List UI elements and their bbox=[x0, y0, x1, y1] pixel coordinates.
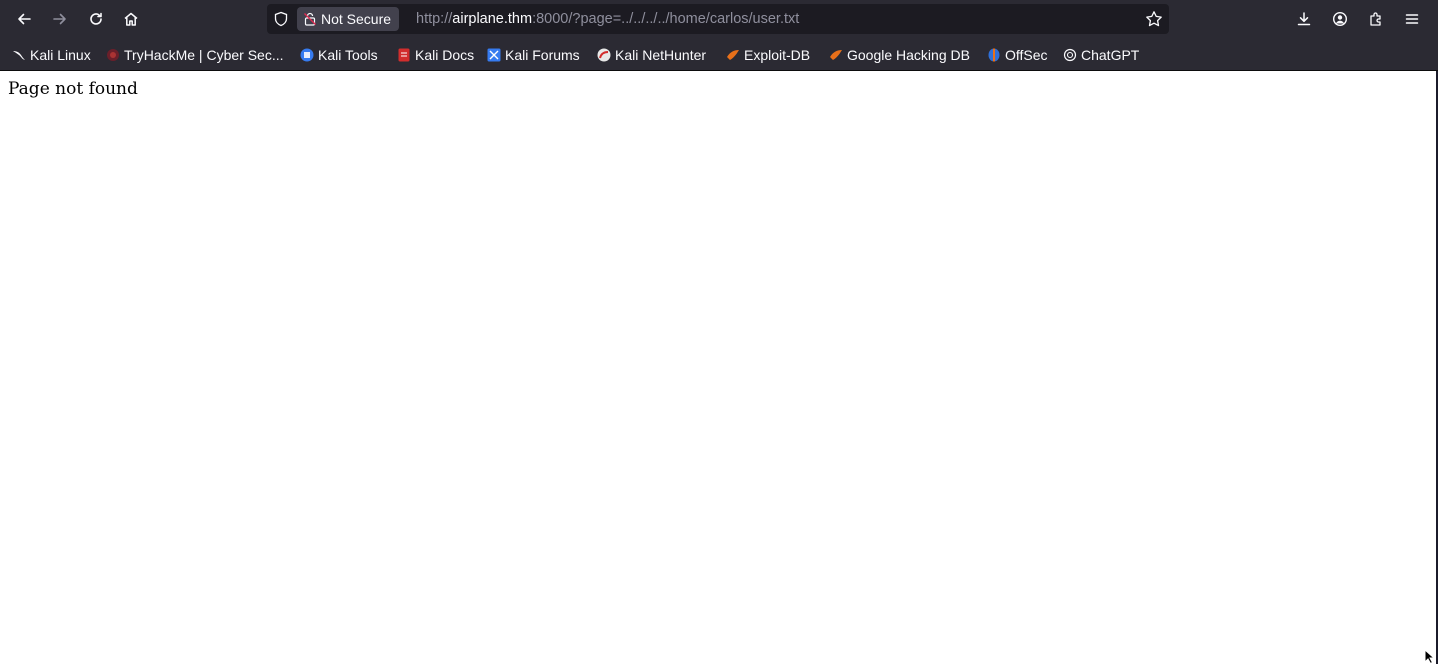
bookmark-label: Kali NetHunter bbox=[615, 47, 707, 63]
hamburger-menu-icon bbox=[1405, 14, 1419, 24]
bookmark-label: OffSec bbox=[1005, 47, 1048, 63]
nethunter-icon bbox=[597, 48, 611, 62]
bookmark-label: ChatGPT bbox=[1081, 47, 1140, 63]
ghdb-icon bbox=[830, 50, 842, 60]
home-button[interactable] bbox=[117, 5, 145, 33]
bookmarks-toolbar: Kali Linux TryHackMe | Cyber Sec... Kali… bbox=[0, 38, 1438, 71]
bookmark-exploit-db[interactable]: Exploit-DB bbox=[726, 45, 810, 65]
bookmark-kali-linux[interactable]: Kali Linux bbox=[12, 45, 91, 65]
url-text[interactable]: http://airplane.thm:8000/?page=../../../… bbox=[416, 4, 799, 34]
bookmark-offsec[interactable]: OffSec bbox=[987, 45, 1048, 65]
forward-button[interactable] bbox=[46, 5, 74, 33]
bookmark-kali-tools[interactable]: Kali Tools bbox=[300, 45, 378, 65]
home-icon bbox=[124, 12, 138, 26]
back-button[interactable] bbox=[10, 5, 38, 33]
address-bar[interactable]: Not Secure http://airplane.thm:8000/?pag… bbox=[267, 4, 1169, 34]
bookmark-label: Kali Docs bbox=[415, 47, 475, 63]
bookmark-kali-forums[interactable]: Kali Forums bbox=[487, 45, 580, 65]
exploitdb-icon bbox=[727, 50, 739, 60]
tracking-protection-icon[interactable] bbox=[273, 11, 289, 27]
bookmark-label: TryHackMe | Cyber Sec... bbox=[124, 47, 284, 63]
back-icon bbox=[18, 13, 31, 25]
kali-docs-icon bbox=[398, 48, 410, 62]
browser-toolbar: Not Secure http://airplane.thm:8000/?pag… bbox=[0, 0, 1438, 38]
url-prefix: http:// bbox=[416, 11, 453, 27]
account-button[interactable] bbox=[1326, 5, 1354, 33]
account-icon bbox=[1332, 11, 1348, 27]
offsec-icon bbox=[988, 48, 1000, 62]
security-label: Not Secure bbox=[321, 11, 392, 27]
security-indicator[interactable]: Not Secure bbox=[297, 7, 400, 31]
bookmark-kali-nethunter[interactable]: Kali NetHunter bbox=[597, 45, 706, 65]
menu-button[interactable] bbox=[1398, 5, 1426, 33]
bookmark-tryhackme[interactable]: TryHackMe | Cyber Sec... bbox=[106, 45, 283, 65]
bookmark-label: Google Hacking DB bbox=[847, 47, 970, 63]
download-icon bbox=[1297, 12, 1311, 26]
bookmark-kali-docs[interactable]: Kali Docs bbox=[397, 45, 474, 65]
kali-tools-icon bbox=[300, 48, 314, 62]
url-path: :8000/?page=../../../../home/carlos/user… bbox=[532, 11, 800, 27]
forward-icon bbox=[53, 13, 66, 25]
bookmark-star-icon[interactable] bbox=[1145, 10, 1163, 28]
bookmark-label: Kali Linux bbox=[30, 47, 91, 63]
extensions-button[interactable] bbox=[1362, 5, 1390, 33]
puzzle-icon bbox=[1370, 12, 1381, 26]
reload-button[interactable] bbox=[82, 5, 110, 33]
url-host: airplane.thm bbox=[452, 11, 533, 27]
mouse-cursor-icon bbox=[1424, 649, 1436, 664]
bookmark-label: Kali Tools bbox=[318, 47, 378, 63]
kali-dragon-icon bbox=[13, 51, 25, 60]
broken-lock-icon bbox=[304, 12, 316, 26]
reload-icon bbox=[90, 12, 102, 25]
bookmark-label: Exploit-DB bbox=[744, 47, 811, 63]
bookmark-google-hacking-db[interactable]: Google Hacking DB bbox=[829, 45, 970, 65]
downloads-button[interactable] bbox=[1290, 5, 1318, 33]
kali-forums-icon bbox=[487, 48, 501, 62]
bookmark-chatgpt[interactable]: ChatGPT bbox=[1063, 45, 1139, 65]
chatgpt-icon bbox=[1063, 48, 1077, 62]
bookmark-label: Kali Forums bbox=[505, 47, 580, 63]
page-content: Page not found bbox=[0, 71, 1436, 664]
tryhackme-icon bbox=[107, 49, 119, 61]
page-message: Page not found bbox=[8, 79, 138, 99]
